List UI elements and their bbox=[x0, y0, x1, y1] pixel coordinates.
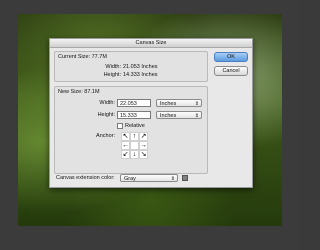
extension-color-swatch[interactable] bbox=[182, 175, 188, 181]
height-unit-value: Inches bbox=[160, 113, 177, 119]
anchor-right-icon[interactable]: → bbox=[139, 141, 148, 150]
current-width-value: 21.053 Inches bbox=[123, 64, 158, 70]
anchor-bottom-icon[interactable]: ↓ bbox=[130, 150, 139, 159]
width-unit-select[interactable]: Inches ⇕ bbox=[156, 99, 202, 107]
current-height-value: 14.333 Inches bbox=[123, 72, 158, 78]
current-size-header: Current Size: 77.7M bbox=[58, 54, 107, 60]
canvas-size-dialog: Canvas Size Current Size: 77.7M Width: 2… bbox=[49, 38, 253, 188]
new-height-field[interactable]: 15.333 bbox=[117, 111, 151, 119]
new-height-label: Height: bbox=[97, 112, 115, 118]
anchor-top-icon[interactable]: ↑ bbox=[130, 132, 139, 141]
chevron-up-down-icon: ⇕ bbox=[194, 101, 199, 107]
anchor-left-icon[interactable]: ← bbox=[121, 141, 130, 150]
chevron-up-down-icon: ⇕ bbox=[170, 176, 175, 182]
cancel-button[interactable]: Cancel bbox=[214, 66, 248, 76]
ok-button[interactable]: OK bbox=[214, 52, 248, 62]
new-size-header: New Size: 87.1M bbox=[58, 89, 100, 95]
height-unit-select[interactable]: Inches ⇕ bbox=[156, 111, 202, 119]
anchor-center[interactable] bbox=[130, 141, 139, 150]
relative-label: Relative bbox=[125, 123, 145, 129]
dialog-title: Canvas Size bbox=[50, 39, 252, 48]
new-width-label: Width: bbox=[99, 100, 115, 106]
extension-color-label: Canvas extension color: bbox=[56, 175, 115, 181]
chevron-up-down-icon: ⇕ bbox=[194, 113, 199, 119]
relative-checkbox[interactable] bbox=[117, 123, 123, 129]
anchor-bottom-right-icon[interactable]: ↘ bbox=[139, 150, 148, 159]
anchor-grid: ↖ ↑ ↗ ← → ↙ ↓ ↘ bbox=[121, 132, 148, 159]
anchor-top-left-icon[interactable]: ↖ bbox=[121, 132, 130, 141]
width-unit-value: Inches bbox=[160, 101, 177, 107]
extension-color-value: Gray bbox=[124, 176, 136, 182]
current-width-label: Width: bbox=[105, 64, 121, 70]
extension-color-select[interactable]: Gray ⇕ bbox=[120, 174, 178, 182]
anchor-bottom-left-icon[interactable]: ↙ bbox=[121, 150, 130, 159]
new-size-group: New Size: 87.1M Width: 22.053 Inches ⇕ H… bbox=[54, 86, 208, 174]
anchor-top-right-icon[interactable]: ↗ bbox=[139, 132, 148, 141]
current-height-label: Height: bbox=[103, 72, 121, 78]
current-size-group: Current Size: 77.7M Width: 21.053 Inches… bbox=[54, 51, 208, 82]
anchor-label: Anchor: bbox=[96, 133, 115, 139]
new-width-field[interactable]: 22.053 bbox=[117, 99, 151, 107]
